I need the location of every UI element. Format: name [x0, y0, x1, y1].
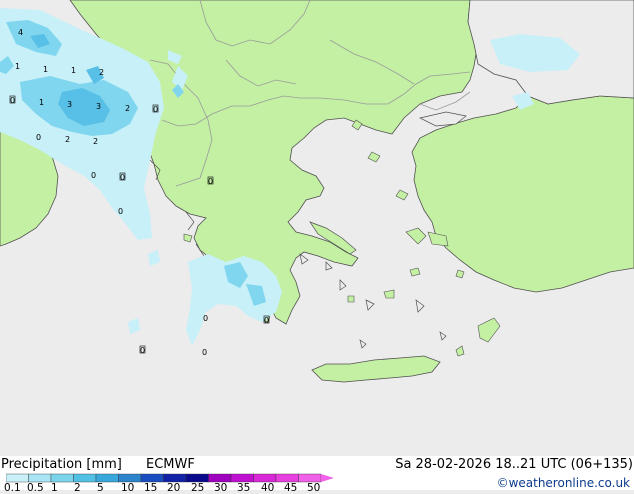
legend-swatch — [298, 473, 322, 483]
rain-label: 2 — [93, 137, 98, 146]
legend-swatch — [28, 473, 52, 483]
rain-label: 0 — [91, 171, 96, 180]
rain-label: 2 — [65, 135, 70, 144]
rain-label: 0 — [10, 96, 15, 105]
rain-label: 0 — [202, 348, 207, 357]
legend-tick-label: 0.5 — [27, 482, 44, 494]
legend-swatch — [140, 473, 164, 483]
rain-label: 1 — [39, 98, 44, 107]
legend-swatch — [230, 473, 254, 483]
rain-label: 0 — [36, 133, 41, 142]
rain-label: 4 — [18, 28, 23, 37]
rain-label: 1 — [71, 66, 76, 75]
rain-label: 2 — [99, 68, 104, 77]
legend-swatch — [185, 473, 209, 483]
map-svg: 4 1 1 1 2 0 1 3 3 2 0 0 2 2 0 0 0 0 0 0 … — [0, 0, 634, 456]
legend-arrow — [321, 474, 334, 482]
site-credit[interactable]: ©weatheronline.co.uk — [497, 476, 630, 490]
legend-swatch — [73, 473, 97, 483]
rain-label: 1 — [43, 65, 48, 74]
legend-swatch — [95, 473, 119, 483]
rain-label: 0 — [208, 177, 213, 186]
legend-tick-label: 15 — [144, 482, 158, 494]
rain-label: 0 — [203, 314, 208, 323]
legend-swatch — [6, 473, 29, 483]
legend-swatch — [163, 473, 187, 483]
legend-swatch — [275, 473, 299, 483]
forecast-datetime: Sa 28-02-2026 18..21 UTC (06+135) — [395, 457, 633, 472]
rain-label: 0 — [264, 316, 269, 325]
legend-tick-label: 10 — [121, 482, 135, 494]
rain-label: 3 — [96, 102, 101, 111]
legend-tick-label: 0.1 — [4, 482, 21, 494]
legend-swatch — [208, 473, 232, 483]
legend-tick-label: 45 — [284, 482, 298, 494]
rain-label: 0 — [153, 105, 158, 114]
legend-swatch — [50, 473, 74, 483]
legend-tick-label: 35 — [237, 482, 251, 494]
rain-label: 0 — [118, 207, 123, 216]
legend-tick-label: 2 — [74, 482, 81, 494]
legend-tick-label: 20 — [167, 482, 181, 494]
rain-label: 2 — [125, 104, 130, 113]
rain-label: 1 — [15, 62, 20, 71]
legend-tick-label: 1 — [51, 482, 58, 494]
precipitation-map: 4 1 1 1 2 0 1 3 3 2 0 0 2 2 0 0 0 0 0 0 … — [0, 0, 634, 456]
legend-tick-label: 5 — [97, 482, 104, 494]
legend-tick-label: 30 — [214, 482, 228, 494]
model-name: ECMWF — [146, 457, 195, 472]
map-footer: Precipitation [mm] ECMWF Sa 28-02-2026 1… — [0, 456, 634, 494]
map-title: Precipitation [mm] — [1, 457, 122, 472]
rain-label: 3 — [67, 100, 72, 109]
legend-swatch — [118, 473, 142, 483]
legend-swatch — [253, 473, 277, 483]
legend-tick-label: 25 — [191, 482, 205, 494]
legend-tick-label: 40 — [261, 482, 275, 494]
rain-label: 0 — [140, 346, 145, 355]
legend-tick-label: 50 — [307, 482, 321, 494]
rain-label: 0 — [120, 173, 125, 182]
